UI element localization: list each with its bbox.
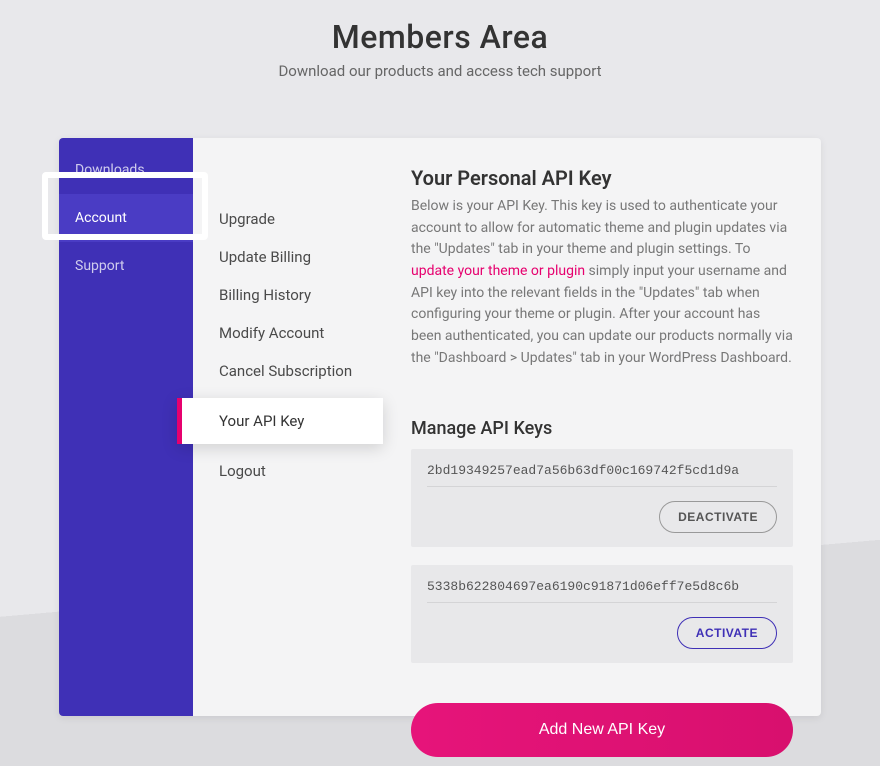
- manage-api-keys-heading: Manage API Keys: [411, 418, 793, 439]
- account-submenu: Upgrade Update Billing Billing History M…: [193, 138, 383, 716]
- api-key-code: 5338b622804697ea6190c91871d06eff7e5d8c6b: [427, 579, 777, 603]
- desc-text-before: Below is your API Key. This key is used …: [411, 198, 787, 257]
- submenu-item-billing-history[interactable]: Billing History: [193, 276, 383, 314]
- api-key-code: 2bd19349257ead7a56b63df00c169742f5cd1d9a: [427, 463, 777, 487]
- deactivate-button[interactable]: DEACTIVATE: [659, 501, 777, 533]
- sidebar-item-account[interactable]: Account: [59, 194, 193, 242]
- content-description: Below is your API Key. This key is used …: [411, 196, 793, 370]
- submenu-item-logout[interactable]: Logout: [193, 452, 383, 490]
- submenu-item-cancel-subscription[interactable]: Cancel Subscription: [193, 352, 383, 390]
- api-key-actions: DEACTIVATE: [427, 501, 777, 533]
- content-heading: Your Personal API Key: [411, 166, 793, 190]
- add-new-api-key-button[interactable]: Add New API Key: [411, 703, 793, 757]
- sidebar-item-downloads[interactable]: Downloads: [59, 154, 193, 186]
- submenu-item-upgrade[interactable]: Upgrade: [193, 200, 383, 238]
- page-subtitle: Download our products and access tech su…: [0, 62, 880, 80]
- activate-button[interactable]: ACTIVATE: [677, 617, 777, 649]
- sidebar-item-support[interactable]: Support: [59, 250, 193, 282]
- api-key-block: 5338b622804697ea6190c91871d06eff7e5d8c6b…: [411, 565, 793, 663]
- content-panel: Your Personal API Key Below is your API …: [383, 138, 821, 716]
- page-title: Members Area: [0, 18, 880, 56]
- api-key-block: 2bd19349257ead7a56b63df00c169742f5cd1d9a…: [411, 449, 793, 547]
- submenu-item-your-api-key[interactable]: Your API Key: [177, 398, 383, 444]
- api-key-actions: ACTIVATE: [427, 617, 777, 649]
- update-theme-link[interactable]: update your theme or plugin: [411, 263, 585, 279]
- submenu-item-update-billing[interactable]: Update Billing: [193, 238, 383, 276]
- sidebar: Downloads Account Support: [59, 138, 193, 716]
- page-header: Members Area Download our products and a…: [0, 0, 880, 80]
- submenu-item-modify-account[interactable]: Modify Account: [193, 314, 383, 352]
